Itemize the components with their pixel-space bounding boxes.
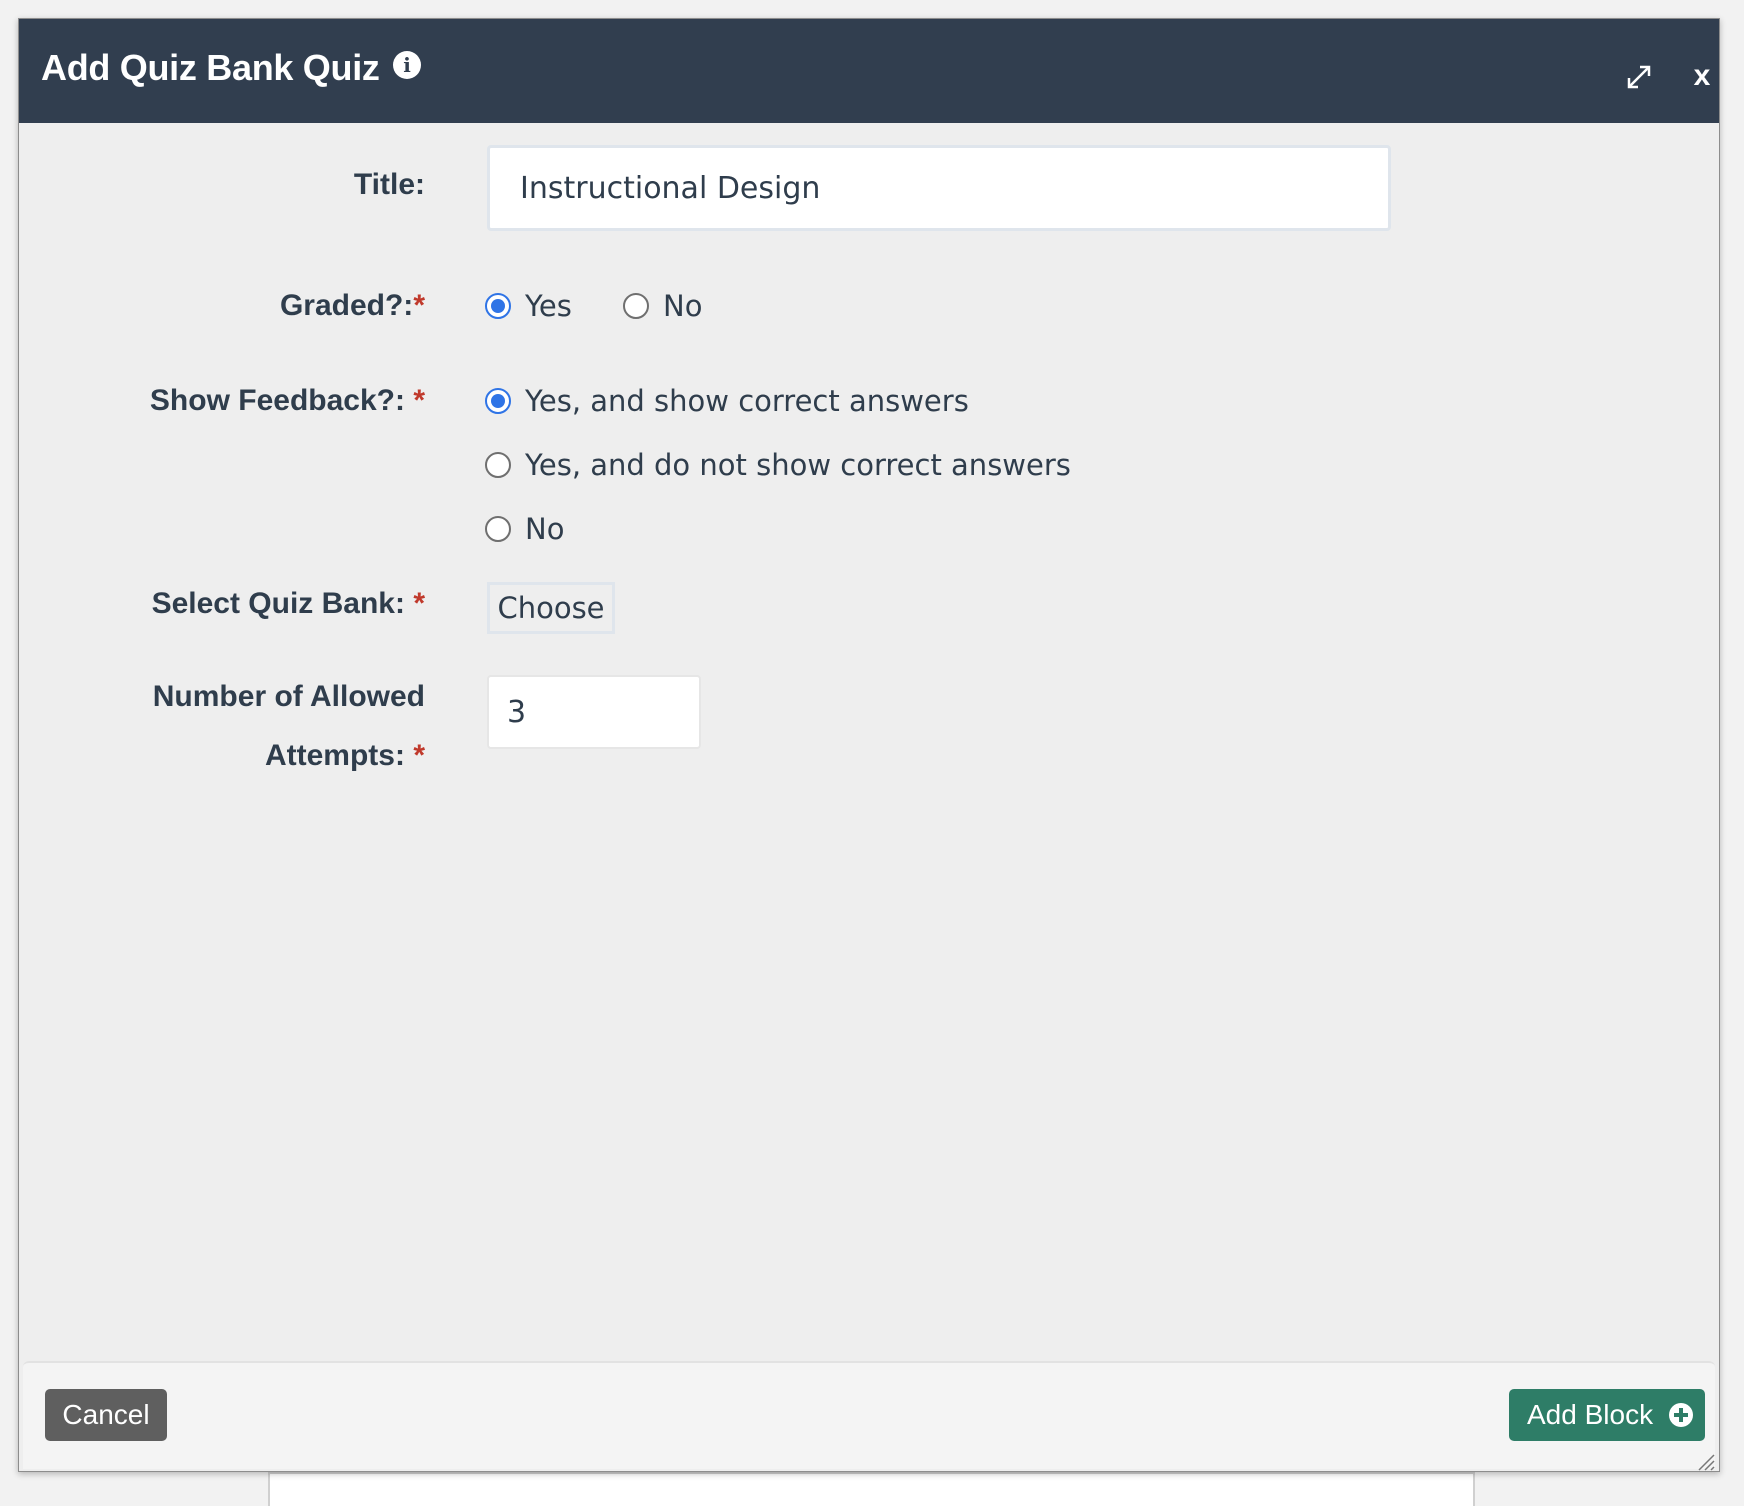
- required-marker: *: [413, 587, 425, 620]
- show-feedback-label-text: Show Feedback?:: [149, 384, 405, 417]
- title-input[interactable]: [487, 145, 1391, 231]
- add-quiz-bank-quiz-dialog: Add Quiz Bank Quiz i x Title: Graded?:* …: [18, 18, 1720, 1472]
- background-panel: [268, 1472, 1475, 1506]
- required-marker: *: [413, 384, 425, 417]
- show-feedback-label: Show Feedback?: *: [150, 379, 425, 423]
- quiz-bank-label-text: Select Quiz Bank:: [151, 587, 405, 620]
- cancel-button-label: Cancel: [62, 1399, 150, 1430]
- feedback-hide-answers-label[interactable]: Yes, and do not show correct answers: [525, 447, 1071, 483]
- attempts-label-line2: Attempts: *: [265, 734, 425, 778]
- graded-yes-radio[interactable]: [485, 293, 511, 319]
- graded-no-radio[interactable]: [623, 293, 649, 319]
- graded-no-label[interactable]: No: [663, 288, 702, 324]
- graded-label: Graded?:*: [280, 284, 425, 328]
- feedback-hide-answers-radio[interactable]: [485, 452, 511, 478]
- plus-circle-icon: [1669, 1403, 1693, 1427]
- required-marker: *: [413, 289, 425, 322]
- attempts-label-line1: Number of Allowed: [153, 675, 425, 719]
- attempts-input[interactable]: [487, 675, 701, 749]
- required-marker: *: [413, 739, 425, 772]
- attempts-label-text-2: Attempts:: [264, 739, 405, 772]
- attempts-label-text-1: Number of Allowed: [152, 680, 425, 713]
- title-label-text: Title:: [353, 168, 425, 201]
- add-block-button[interactable]: Add Block: [1509, 1389, 1705, 1441]
- feedback-no-radio[interactable]: [485, 516, 511, 542]
- title-label: Title:: [354, 163, 425, 207]
- quiz-bank-label: Select Quiz Bank: *: [152, 582, 425, 626]
- dialog-footer: Cancel Add Block: [23, 1361, 1715, 1471]
- feedback-show-answers-radio[interactable]: [485, 388, 511, 414]
- info-icon[interactable]: i: [393, 51, 421, 79]
- feedback-no-label[interactable]: No: [525, 511, 564, 547]
- close-icon[interactable]: x: [1687, 59, 1717, 93]
- feedback-show-answers-label[interactable]: Yes, and show correct answers: [525, 383, 969, 419]
- dialog-title: Add Quiz Bank Quiz: [41, 47, 380, 88]
- graded-yes-label[interactable]: Yes: [525, 288, 572, 324]
- choose-quiz-bank-button[interactable]: Choose: [487, 582, 615, 634]
- add-block-button-label: Add Block: [1527, 1399, 1654, 1430]
- cancel-button[interactable]: Cancel: [45, 1389, 167, 1441]
- expand-icon[interactable]: [1623, 61, 1655, 93]
- dialog-titlebar: Add Quiz Bank Quiz i x: [19, 19, 1719, 123]
- resize-grip-icon[interactable]: [1695, 1451, 1715, 1471]
- graded-label-text: Graded?:: [279, 289, 414, 322]
